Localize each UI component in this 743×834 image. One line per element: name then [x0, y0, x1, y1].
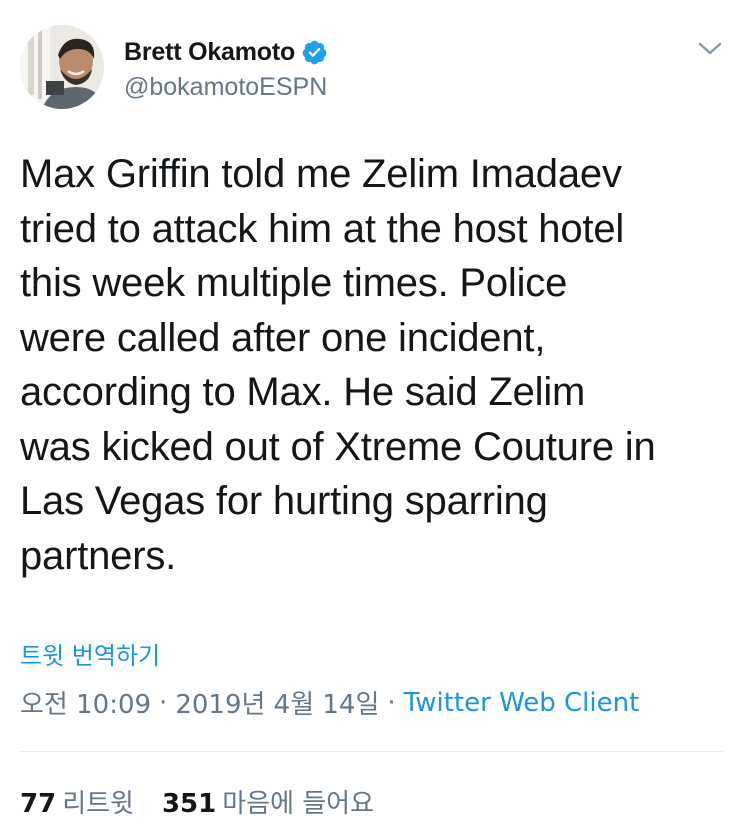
likes-stat[interactable]: 351 마음에 들어요: [162, 783, 374, 820]
likes-count: 351: [161, 789, 217, 819]
meta-separator: ·: [387, 687, 396, 718]
tweet-header: Brett Okamoto @bokamotoESPN: [20, 25, 723, 115]
translate-tweet-link[interactable]: 트윗 번역하기: [20, 636, 160, 671]
tweet-detail: Brett Okamoto @bokamotoESPN Max Griffin …: [0, 0, 743, 834]
tweet-text: Max Griffin told me Zelim Imadaev tried …: [20, 152, 656, 578]
verified-badge-icon: [301, 39, 328, 66]
tweet-date[interactable]: 2019년 4월 14일: [175, 684, 379, 721]
avatar[interactable]: [20, 25, 104, 109]
tweet-time[interactable]: 오전 10:09: [20, 684, 151, 721]
display-name[interactable]: Brett Okamoto: [124, 38, 295, 67]
retweets-label: 리트윗: [62, 789, 134, 819]
tweet-client-link[interactable]: Twitter Web Client: [404, 688, 640, 718]
divider: [20, 751, 723, 752]
likes-label: 마음에 들어요: [222, 789, 375, 819]
retweets-stat[interactable]: 77 리트윗: [20, 783, 134, 820]
name-row: Brett Okamoto: [124, 35, 328, 69]
chevron-down-icon[interactable]: [697, 39, 723, 59]
tweet-stats: 77 리트윗 351 마음에 들어요: [20, 783, 374, 820]
avatar-photo-icon: [20, 25, 104, 109]
author-identity: Brett Okamoto @bokamotoESPN: [124, 35, 328, 102]
user-handle[interactable]: @bokamotoESPN: [124, 73, 328, 102]
meta-separator: ·: [159, 687, 168, 718]
tweet-metadata: 오전 10:09 · 2019년 4월 14일 · Twitter Web Cl…: [20, 684, 639, 721]
retweets-count: 77: [20, 789, 57, 819]
